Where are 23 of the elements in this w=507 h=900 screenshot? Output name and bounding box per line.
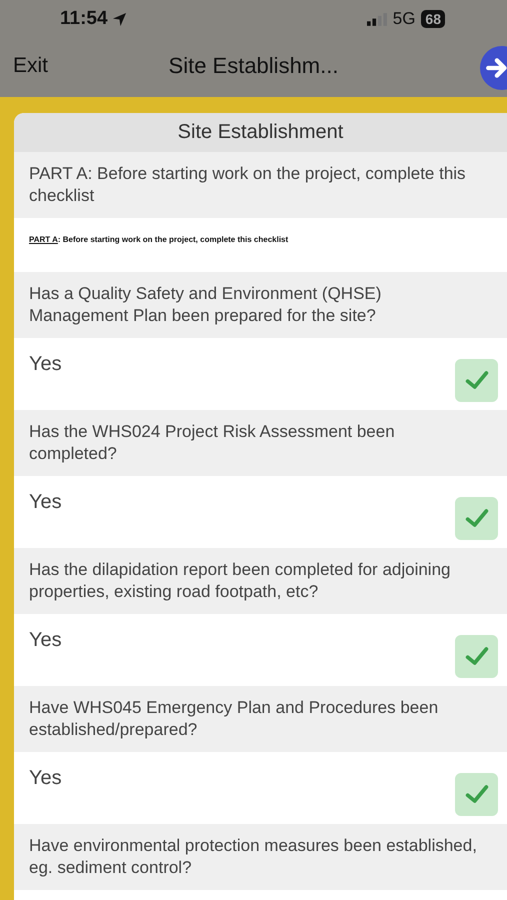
document-excerpt: PART A: Before starting work on the project, complete this checklist xyxy=(29,235,290,244)
form-title: Site Establishment xyxy=(14,113,507,152)
section-heading: PART A: Before starting work on the project, complete this checklist xyxy=(29,163,467,207)
question-text: Have WHS045 Emergency Plan and Procedures been established/prepared? xyxy=(29,697,440,741)
checkbox[interactable] xyxy=(455,634,498,678)
answer-text: Yes xyxy=(29,628,62,652)
question-text: Have environmental protection measures been established, eg. sediment control? xyxy=(29,835,478,879)
exit-button[interactable]: Exit xyxy=(0,54,48,78)
signal-icon xyxy=(366,12,387,26)
answer-text: Yes xyxy=(29,352,62,376)
checkbox[interactable] xyxy=(455,358,498,402)
question-text: Has a Quality Safety and Environment (QHSE) Management Plan been prepared for the site? xyxy=(29,283,382,327)
question-text: Has the WHS024 Project Risk Assessment been completed? xyxy=(29,421,396,465)
battery-indicator: 68 xyxy=(421,10,445,28)
location-arrow-icon xyxy=(112,12,127,26)
answer-text: Yes xyxy=(29,490,62,514)
screen-title: Site Establishm... xyxy=(168,52,338,78)
network-label: 5G xyxy=(392,9,416,29)
checkbox[interactable] xyxy=(455,772,498,816)
clock-time: 11:54 xyxy=(60,8,108,30)
answer-text: Yes xyxy=(29,766,62,790)
checkbox[interactable] xyxy=(455,496,498,540)
question-text: Has the dilapidation report been completed for adjoining properties, existing road footpath, etc? xyxy=(29,559,452,603)
